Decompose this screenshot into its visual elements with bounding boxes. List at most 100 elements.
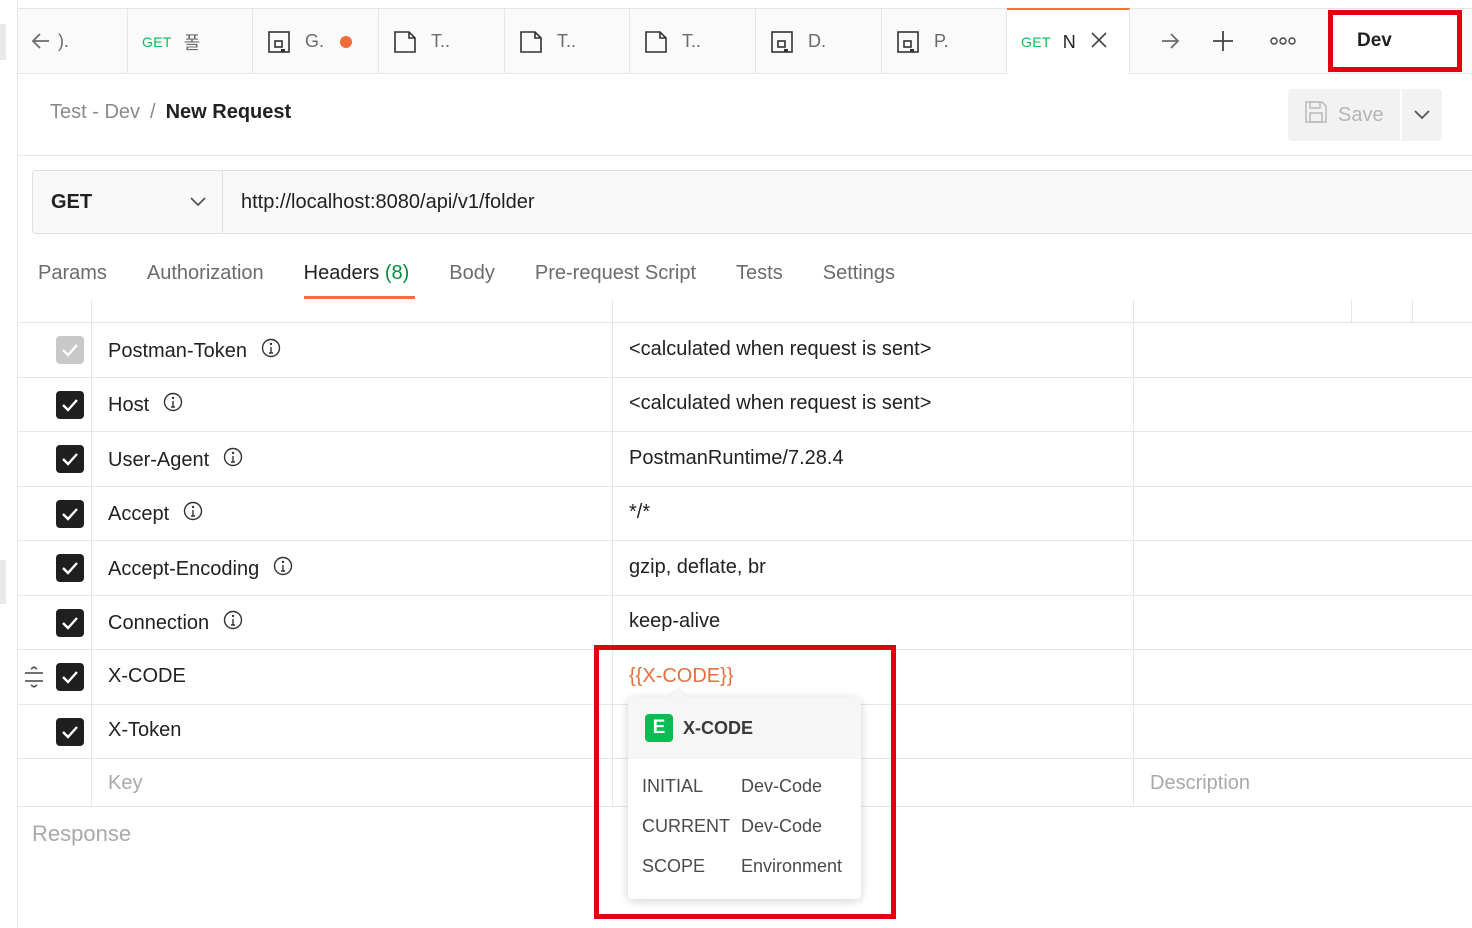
divider xyxy=(18,155,1472,156)
header-key-text: Host xyxy=(108,393,150,416)
request-tab[interactable]: ). xyxy=(50,9,128,74)
headers-count-badge: (8) xyxy=(384,262,410,284)
info-icon[interactable] xyxy=(261,338,281,364)
method-select[interactable]: GET xyxy=(33,171,223,233)
header-key[interactable]: X-CODE xyxy=(108,665,186,688)
request-tab[interactable]: T.. xyxy=(379,9,505,74)
example-icon xyxy=(770,30,794,54)
header-key[interactable]: Accept xyxy=(108,501,203,527)
request-tab[interactable]: G. xyxy=(253,9,379,74)
new-tab-plus-icon[interactable] xyxy=(1208,26,1238,56)
save-button[interactable]: Save xyxy=(1288,89,1400,141)
tab-label: N xyxy=(1062,31,1076,52)
header-key-text: Connection xyxy=(108,611,210,634)
header-key[interactable]: Accept-Encoding xyxy=(108,556,293,582)
info-icon[interactable] xyxy=(223,610,243,636)
close-tab-icon[interactable] xyxy=(1090,31,1108,54)
header-checkbox[interactable] xyxy=(56,500,84,528)
breadcrumb-parent[interactable]: Test - Dev xyxy=(50,101,140,124)
save-label: Save xyxy=(1338,103,1384,126)
header-value[interactable]: */* xyxy=(629,501,650,524)
environment-selector[interactable]: Dev xyxy=(1328,10,1462,72)
environment-name: Dev xyxy=(1357,30,1392,51)
url-input[interactable]: http://localhost:8080/api/v1/folder xyxy=(223,171,1472,233)
rail-marker xyxy=(0,560,6,604)
left-sidebar-rail xyxy=(0,0,18,928)
checkmark-icon xyxy=(62,562,78,575)
header-checkbox[interactable] xyxy=(56,609,84,637)
tab-settings[interactable]: Settings xyxy=(823,262,895,300)
table-row: Host <calculated when request is sent> xyxy=(18,378,1472,432)
request-tab-active[interactable]: GET N xyxy=(1007,8,1130,74)
info-icon[interactable] xyxy=(183,501,203,527)
tab-label: T.. xyxy=(557,31,577,51)
table-row: Postman-Token <calculated when request i… xyxy=(18,323,1472,378)
request-tab[interactable]: T.. xyxy=(505,9,630,74)
header-key-text: X-CODE xyxy=(108,665,186,687)
header-checkbox[interactable] xyxy=(56,718,84,746)
chevron-down-icon xyxy=(190,197,206,207)
request-tab[interactable]: T.. xyxy=(630,9,756,74)
request-tab[interactable]: P. xyxy=(882,9,1007,74)
document-icon xyxy=(519,30,543,54)
tab-authorization[interactable]: Authorization xyxy=(147,262,264,300)
example-icon xyxy=(896,30,920,54)
header-checkbox[interactable] xyxy=(56,663,84,691)
header-key[interactable]: X-Token xyxy=(108,719,181,742)
document-icon xyxy=(644,30,668,54)
table-row: Accept */* xyxy=(18,487,1472,541)
header-value[interactable]: <calculated when request is sent> xyxy=(629,392,931,415)
request-tab[interactable]: D. xyxy=(756,9,882,74)
unsaved-dot-icon xyxy=(340,35,353,48)
tab-body[interactable]: Body xyxy=(449,262,495,300)
save-dropdown-button[interactable] xyxy=(1402,89,1442,141)
url-value: http://localhost:8080/api/v1/folder xyxy=(241,190,535,213)
environment-badge-icon: E xyxy=(645,714,673,742)
header-checkbox[interactable] xyxy=(56,554,84,582)
method-value: GET xyxy=(51,190,93,213)
request-tab[interactable]: GET 폴 xyxy=(128,9,253,74)
header-value-variable[interactable]: {{X-CODE}} xyxy=(629,665,734,688)
tab-label: ). xyxy=(58,31,69,51)
header-value[interactable]: <calculated when request is sent> xyxy=(629,338,931,361)
tab-prerequest-script[interactable]: Pre-request Script xyxy=(535,262,696,300)
scope-label: SCOPE xyxy=(642,856,706,876)
header-checkbox[interactable] xyxy=(56,336,84,364)
current-value[interactable]: Dev-Code xyxy=(741,816,822,837)
initial-value: Dev-Code xyxy=(741,776,823,796)
tab-method: GET xyxy=(142,33,172,50)
header-value[interactable]: keep-alive xyxy=(629,610,720,633)
header-key[interactable]: Postman-Token xyxy=(108,338,281,364)
request-name[interactable]: New Request xyxy=(166,101,292,124)
header-key[interactable]: Connection xyxy=(108,610,243,636)
tab-headers-label: Headers xyxy=(303,262,380,284)
tab-label: 폴 xyxy=(183,32,201,53)
header-value[interactable]: PostmanRuntime/7.28.4 xyxy=(629,447,844,470)
header-key[interactable]: Host xyxy=(108,392,183,418)
forward-arrow-icon[interactable] xyxy=(1155,26,1185,56)
document-icon xyxy=(393,30,417,54)
tab-params[interactable]: Params xyxy=(38,262,107,300)
header-key-text: User-Agent xyxy=(108,448,210,471)
header-checkbox[interactable] xyxy=(56,391,84,419)
tab-method: GET xyxy=(1021,34,1051,50)
description-input[interactable]: Description xyxy=(1150,772,1250,795)
checkmark-icon xyxy=(62,617,78,630)
header-key[interactable]: User-Agent xyxy=(108,447,243,473)
drag-handle-icon[interactable] xyxy=(24,666,44,693)
tab-tests[interactable]: Tests xyxy=(736,262,783,300)
header-checkbox[interactable] xyxy=(56,445,84,473)
info-icon[interactable] xyxy=(273,556,293,582)
more-options-icon[interactable] xyxy=(1268,26,1298,56)
response-label: Response xyxy=(32,821,132,846)
table-row: User-Agent PostmanRuntime/7.28.4 xyxy=(18,432,1472,487)
checkmark-icon xyxy=(62,453,78,466)
tab-bar: ). GET 폴 G. T.. T.. T.. D. P. GET N xyxy=(18,8,1472,74)
url-bar: GET http://localhost:8080/api/v1/folder xyxy=(32,170,1472,234)
header-value[interactable]: gzip, deflate, br xyxy=(629,556,766,579)
key-input[interactable]: Key xyxy=(108,772,142,795)
info-icon[interactable] xyxy=(163,392,183,418)
variable-popover: E X-CODE INITIAL Dev-Code CURRENT Dev-Co… xyxy=(628,688,861,899)
info-icon[interactable] xyxy=(223,447,243,473)
tab-headers[interactable]: Headers (8) xyxy=(303,262,415,300)
